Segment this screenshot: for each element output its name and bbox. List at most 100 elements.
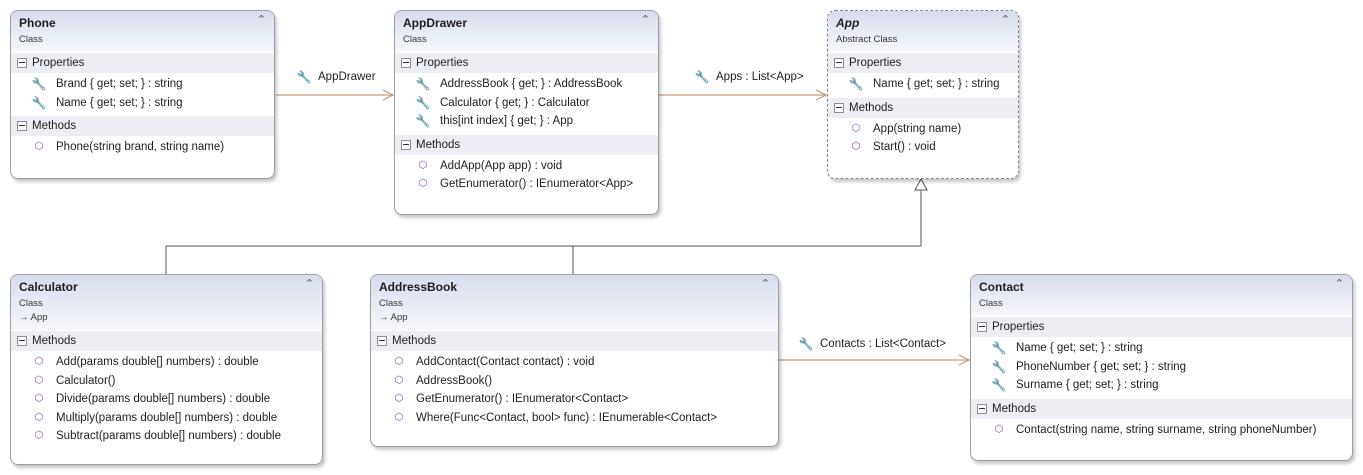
methods-section[interactable]: Methods (395, 133, 658, 155)
wrench-icon: 🔧 (31, 77, 47, 91)
property-item[interactable]: 🔧 PhoneNumber { get; set; } : string (971, 358, 1352, 377)
method-cube-icon: ⬡ (394, 393, 404, 404)
class-kind: Class (19, 34, 43, 45)
property-item[interactable]: 🔧 Brand { get; set; } : string (11, 75, 274, 94)
properties-section[interactable]: Properties (11, 52, 274, 73)
method-item[interactable]: ⬡ GetEnumerator() : IEnumerator<App> (395, 175, 658, 194)
method-item[interactable]: ⬡ Phone(string brand, string name) (11, 138, 274, 157)
method-cube-icon: ⬡ (34, 374, 44, 386)
property-item[interactable]: 🔧 Surname { get; set; } : string (971, 376, 1352, 395)
property-item[interactable]: 🔧 Name { get; set; } : string (971, 339, 1352, 358)
property-item[interactable]: 🔧 Name { get; set; } : string (828, 75, 1018, 94)
method-item[interactable]: ⬡ Where(Func<Contact, bool> func) : IEnum… (371, 409, 778, 428)
inheritance-arrowhead (914, 177, 928, 191)
base-class: → App (19, 312, 48, 323)
method-item[interactable]: ⬡ Divide(params double[] numbers) : doubl… (11, 390, 322, 409)
method-item[interactable]: ⬡ Subtract(params double[] numbers) : dou… (11, 427, 322, 446)
assoc-label-contacts: 🔧 Contacts : List<Contact> (798, 337, 946, 351)
method-cube-icon: ⬡ (34, 141, 44, 152)
class-header: AppDrawer Class ⌃ (395, 11, 658, 52)
class-addressbook[interactable]: AddressBook Class → App ⌃ Methods ⬡ AddCo… (370, 274, 779, 447)
collapse-minus-icon[interactable] (377, 336, 387, 346)
method-item[interactable]: ⬡ AddContact(Contact contact) : void (371, 353, 778, 372)
wrench-icon: 🔧 (31, 95, 47, 110)
method-cube-icon: ⬡ (34, 411, 44, 423)
methods-section[interactable]: Methods (11, 115, 274, 136)
class-kind: Class (403, 34, 427, 45)
collapse-minus-icon[interactable] (17, 58, 27, 68)
class-header: AddressBook Class → App ⌃ (371, 275, 778, 330)
method-item[interactable]: ⬡ App(string name) (828, 120, 1018, 139)
association-phone-appdrawer[interactable] (276, 89, 395, 101)
methods-section[interactable]: Methods (828, 96, 1018, 118)
arrow-right-icon: → (379, 312, 389, 323)
collapse-minus-icon[interactable] (17, 121, 27, 131)
base-class: → App (379, 312, 408, 323)
wrench-icon: 🔧 (848, 77, 864, 91)
method-item[interactable]: ⬡ Multiply(params double[] numbers) : dou… (11, 409, 322, 428)
wrench-icon: 🔧 (991, 359, 1007, 374)
chevron-up-icon[interactable]: ⌃ (305, 279, 314, 290)
collapse-minus-icon[interactable] (834, 58, 844, 68)
chevron-up-icon[interactable]: ⌃ (641, 15, 650, 26)
chevron-up-icon[interactable]: ⌃ (761, 279, 770, 290)
class-name: Phone (19, 16, 56, 30)
class-app[interactable]: App Abstract Class ⌃ Properties 🔧 Name { … (827, 10, 1019, 179)
collapse-minus-icon[interactable] (401, 58, 411, 68)
class-phone[interactable]: Phone Class ⌃ Properties 🔧 Brand { get; s… (10, 10, 275, 179)
method-item[interactable]: ⬡ Contact(string name, string surname, st… (971, 421, 1352, 440)
methods-section[interactable]: Methods (371, 330, 778, 351)
class-name: AddressBook (379, 280, 458, 294)
chevron-up-icon[interactable]: ⌃ (257, 15, 266, 26)
wrench-icon: 🔧 (296, 70, 312, 84)
method-cube-icon: ⬡ (34, 430, 44, 441)
method-item[interactable]: ⬡ AddApp(App app) : void (395, 157, 658, 176)
property-item[interactable]: 🔧 Calculator { get; } : Calculator (395, 94, 658, 113)
method-item[interactable]: ⬡ Start() : void (828, 138, 1018, 157)
class-name: Calculator (19, 280, 78, 294)
class-name: AppDrawer (403, 16, 468, 30)
wrench-icon: 🔧 (415, 77, 431, 91)
wrench-icon: 🔧 (415, 95, 431, 110)
class-kind: Class (379, 298, 403, 309)
association-addressbook-contact[interactable] (779, 354, 971, 366)
class-kind: Class (19, 298, 43, 309)
properties-section[interactable]: Properties (828, 52, 1018, 73)
property-item[interactable]: 🔧 AddressBook { get; } : AddressBook (395, 75, 658, 94)
method-item[interactable]: ⬡ AddressBook() (371, 372, 778, 391)
class-contact[interactable]: Contact Class ⌃ Properties 🔧 Name { get; … (970, 274, 1353, 461)
methods-section[interactable]: Methods (11, 330, 322, 351)
method-cube-icon: ⬡ (418, 159, 428, 171)
method-cube-icon: ⬡ (851, 141, 861, 152)
class-header: Contact Class ⌃ (971, 275, 1352, 316)
assoc-label-appdrawer: 🔧 AppDrawer (296, 70, 376, 84)
class-appdrawer[interactable]: AppDrawer Class ⌃ Properties 🔧 AddressBoo… (394, 10, 659, 215)
chevron-up-icon[interactable]: ⌃ (1001, 15, 1010, 26)
method-cube-icon: ⬡ (418, 178, 428, 189)
wrench-icon: 🔧 (991, 341, 1007, 355)
class-header: Calculator Class → App ⌃ (11, 275, 322, 330)
property-item[interactable]: 🔧 Name { get; set; } : string (11, 94, 274, 113)
class-kind: Abstract Class (836, 34, 898, 45)
method-item[interactable]: ⬡ Add(params double[] numbers) : double (11, 353, 322, 372)
class-calculator[interactable]: Calculator Class → App ⌃ Methods ⬡ Add(pa… (10, 274, 323, 465)
association-appdrawer-app[interactable] (659, 89, 828, 101)
property-item[interactable]: 🔧 this[int index] { get; } : App (395, 112, 658, 131)
collapse-minus-icon[interactable] (977, 403, 987, 414)
method-item[interactable]: ⬡ Calculator() (11, 372, 322, 391)
class-header: Phone Class ⌃ (11, 11, 274, 52)
properties-section[interactable]: Properties (971, 316, 1352, 337)
collapse-minus-icon[interactable] (401, 139, 411, 150)
collapse-minus-icon[interactable] (977, 322, 987, 332)
wrench-icon: 🔧 (798, 337, 814, 351)
properties-section[interactable]: Properties (395, 52, 658, 73)
arrow-right-icon: → (19, 312, 29, 323)
method-cube-icon: ⬡ (394, 356, 404, 367)
method-cube-icon: ⬡ (34, 393, 44, 404)
collapse-minus-icon[interactable] (834, 102, 844, 113)
methods-section[interactable]: Methods (971, 397, 1352, 419)
method-item[interactable]: ⬡ GetEnumerator() : IEnumerator<Contact> (371, 390, 778, 409)
chevron-up-icon[interactable]: ⌃ (1335, 279, 1344, 290)
assoc-label-apps: 🔧 Apps : List<App> (694, 70, 804, 84)
collapse-minus-icon[interactable] (17, 336, 27, 346)
